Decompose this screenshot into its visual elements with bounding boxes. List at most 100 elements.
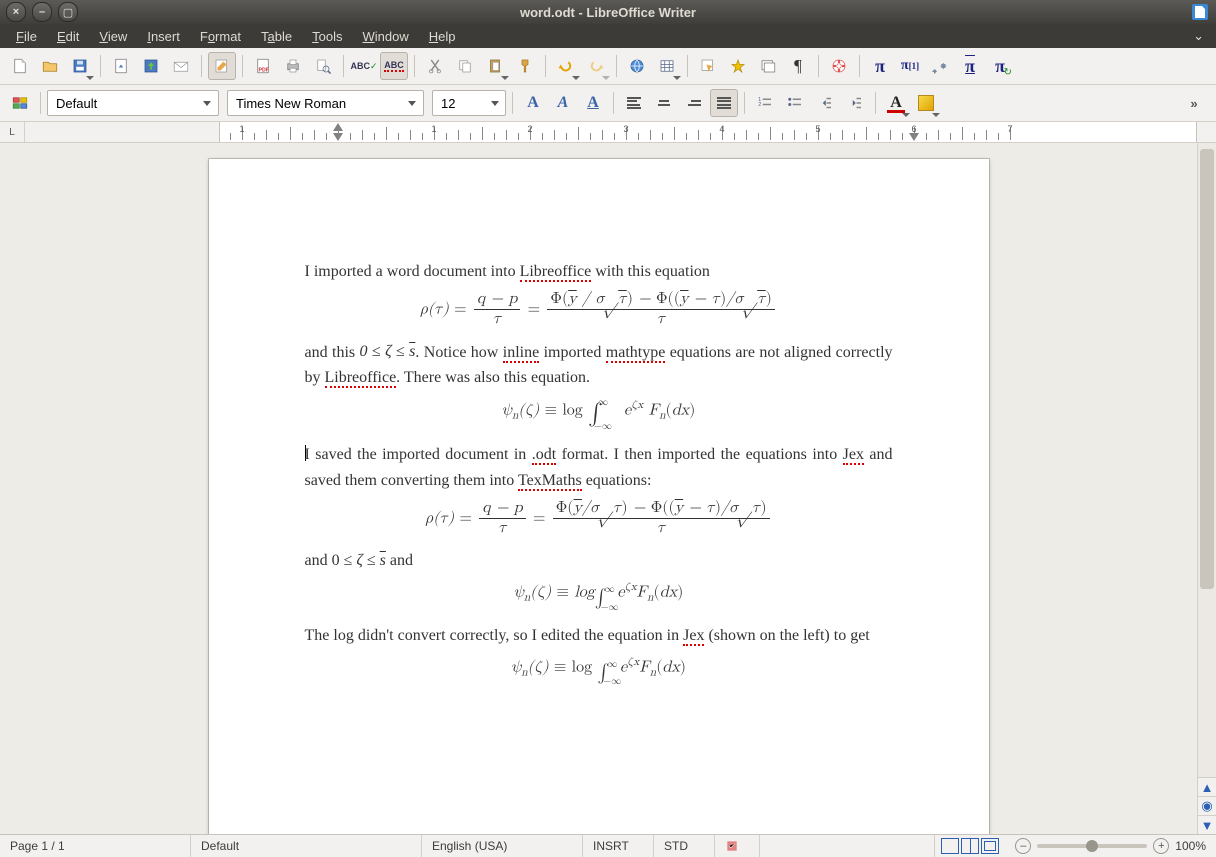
- horizontal-ruler[interactable]: 11234567: [25, 122, 1216, 142]
- paragraph[interactable]: I saved the imported document in .odt fo…: [305, 442, 893, 493]
- open-icon[interactable]: [36, 52, 64, 80]
- align-left-icon[interactable]: [620, 89, 648, 117]
- numbered-list-icon[interactable]: 12: [751, 89, 779, 117]
- status-signature-icon[interactable]: [715, 835, 760, 857]
- zoom-in-icon[interactable]: +: [1153, 838, 1169, 854]
- status-page[interactable]: Page 1 / 1: [0, 835, 191, 857]
- align-justify-icon[interactable]: [710, 89, 738, 117]
- redo-icon[interactable]: [582, 52, 610, 80]
- paragraph[interactable]: I imported a word document into Libreoff…: [305, 259, 893, 285]
- texmaths-config-icon[interactable]: [926, 52, 954, 80]
- menu-overflow-icon[interactable]: ⌄: [1187, 28, 1210, 44]
- menu-table[interactable]: Table: [251, 26, 302, 47]
- menu-file[interactable]: File: [6, 26, 47, 47]
- help-icon[interactable]: [825, 52, 853, 80]
- toolbar-overflow-icon[interactable]: »: [1180, 96, 1210, 111]
- decrease-indent-icon[interactable]: [811, 89, 839, 117]
- window-minimize-button[interactable]: –: [32, 2, 52, 22]
- ruler-toggle-icon[interactable]: L: [0, 122, 25, 142]
- align-center-icon[interactable]: [650, 89, 678, 117]
- auto-spellcheck-icon[interactable]: ABC: [380, 52, 408, 80]
- texmaths-equation-icon[interactable]: π: [866, 52, 894, 80]
- equation[interactable]: ρ(τ) = q − pτ = Φ(y/σ√τ) − Φ((y − τ)/σ√τ…: [305, 500, 893, 538]
- paragraph[interactable]: and this 0 ≤ ζ ≤ s. Notice how inline im…: [305, 339, 893, 391]
- font-name-input[interactable]: [234, 95, 405, 112]
- copy-icon[interactable]: [451, 52, 479, 80]
- menu-help[interactable]: Help: [419, 26, 466, 47]
- nonprinting-chars-icon[interactable]: ¶: [784, 52, 812, 80]
- save-icon[interactable]: [66, 52, 94, 80]
- menu-edit[interactable]: Edit: [47, 26, 89, 47]
- clone-formatting-icon[interactable]: [511, 52, 539, 80]
- italic-icon[interactable]: A: [549, 89, 577, 117]
- edit-mode-icon[interactable]: [208, 52, 236, 80]
- save-as-icon[interactable]: [137, 52, 165, 80]
- status-style[interactable]: Default: [191, 835, 422, 857]
- increase-indent-icon[interactable]: [841, 89, 869, 117]
- font-name-dropdown-icon[interactable]: [405, 91, 419, 115]
- next-page-icon[interactable]: ▼: [1198, 815, 1216, 834]
- window-title: word.odt - LibreOffice Writer: [0, 5, 1216, 20]
- export-direct-icon[interactable]: [107, 52, 135, 80]
- navigation-target-icon[interactable]: ◉: [1198, 796, 1216, 815]
- insert-table-icon[interactable]: [653, 52, 681, 80]
- equation[interactable]: ψn(ζ) ≡ log∫∞−∞ eζxFn(dx): [305, 579, 893, 612]
- font-name-combo[interactable]: [227, 90, 424, 116]
- document-viewport[interactable]: I imported a word document into Libreoff…: [0, 143, 1197, 834]
- menu-format[interactable]: Format: [190, 26, 251, 47]
- prev-page-icon[interactable]: ▲: [1198, 777, 1216, 796]
- print-icon[interactable]: [279, 52, 307, 80]
- single-page-view-icon[interactable]: [941, 838, 959, 854]
- texmaths-numbered-icon[interactable]: π[1]: [896, 52, 924, 80]
- font-size-dropdown-icon[interactable]: [489, 91, 501, 115]
- document-page[interactable]: I imported a word document into Libreoff…: [209, 159, 989, 834]
- zoom-value[interactable]: 100%: [1175, 839, 1206, 853]
- mail-document-icon[interactable]: [167, 52, 195, 80]
- paragraph[interactable]: The log didn't convert correctly, so I e…: [305, 623, 893, 649]
- equation[interactable]: ψn(ζ) ≡ log ∫∞−∞ eζxFn(dx): [305, 654, 893, 687]
- underline-icon[interactable]: A: [579, 89, 607, 117]
- gallery-icon[interactable]: [754, 52, 782, 80]
- hyperlink-icon[interactable]: [623, 52, 651, 80]
- paragraph[interactable]: and 0 ≤ ζ ≤ s and: [305, 548, 893, 574]
- paste-icon[interactable]: [481, 52, 509, 80]
- cut-icon[interactable]: [421, 52, 449, 80]
- bold-icon[interactable]: A: [519, 89, 547, 117]
- menu-view[interactable]: View: [89, 26, 137, 47]
- styles-pane-icon[interactable]: [6, 89, 34, 117]
- menu-insert[interactable]: Insert: [137, 26, 190, 47]
- multi-page-view-icon[interactable]: [961, 838, 979, 854]
- bullet-list-icon[interactable]: [781, 89, 809, 117]
- highlight-color-icon[interactable]: [912, 89, 940, 117]
- font-size-input[interactable]: [439, 95, 489, 112]
- spellcheck-icon[interactable]: ABC✓: [350, 52, 378, 80]
- show-draw-icon[interactable]: [694, 52, 722, 80]
- font-size-combo[interactable]: [432, 90, 506, 116]
- align-right-icon[interactable]: [680, 89, 708, 117]
- zoom-slider[interactable]: [1037, 844, 1147, 848]
- equation[interactable]: ψn(ζ) ≡ log ∫∞−∞ eζx Fn(dx): [305, 397, 893, 433]
- zoom-out-icon[interactable]: –: [1015, 838, 1031, 854]
- scrollbar-thumb[interactable]: [1200, 149, 1214, 589]
- vertical-scrollbar[interactable]: [1198, 143, 1216, 777]
- status-selection-mode[interactable]: STD: [654, 835, 715, 857]
- book-view-icon[interactable]: [981, 838, 999, 854]
- texmaths-display-icon[interactable]: π: [956, 52, 984, 80]
- paragraph-style-input[interactable]: [54, 95, 200, 112]
- font-color-icon[interactable]: A: [882, 89, 910, 117]
- status-language[interactable]: English (USA): [422, 835, 583, 857]
- window-close-button[interactable]: ×: [6, 2, 26, 22]
- export-pdf-icon[interactable]: PDF: [249, 52, 277, 80]
- navigator-icon[interactable]: [724, 52, 752, 80]
- paragraph-style-dropdown-icon[interactable]: [200, 91, 214, 115]
- menu-tools[interactable]: Tools: [302, 26, 352, 47]
- menu-window[interactable]: Window: [353, 26, 419, 47]
- undo-icon[interactable]: [552, 52, 580, 80]
- paragraph-style-combo[interactable]: [47, 90, 219, 116]
- new-document-icon[interactable]: [6, 52, 34, 80]
- status-insert-mode[interactable]: INSRT: [583, 835, 654, 857]
- equation[interactable]: ρ(τ) = q − pτ = Φ(y / σ√τ) − Φ((y − τ)/σ…: [305, 291, 893, 329]
- print-preview-icon[interactable]: [309, 52, 337, 80]
- window-maximize-button[interactable]: ▢: [58, 2, 78, 22]
- texmaths-recompile-icon[interactable]: π↻: [986, 52, 1014, 80]
